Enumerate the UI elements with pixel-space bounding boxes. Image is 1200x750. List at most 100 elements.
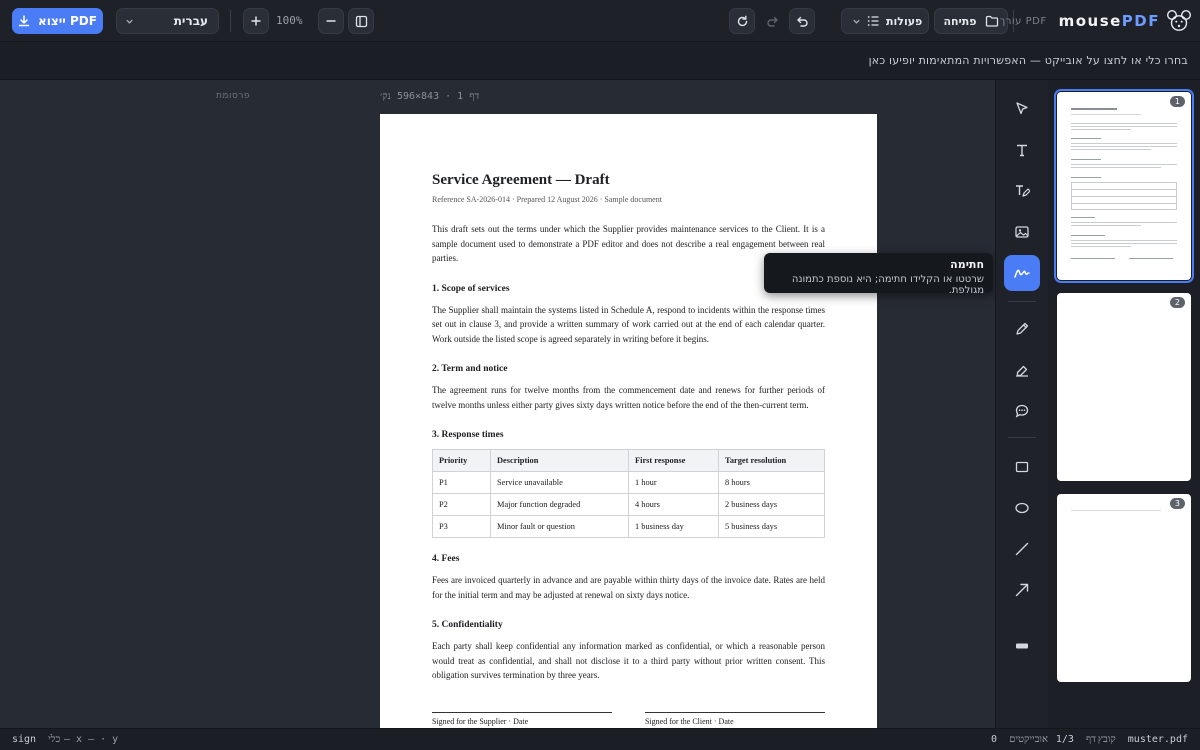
divider (230, 10, 231, 32)
tool-highlighter[interactable] (1004, 352, 1040, 388)
table-header: First response (628, 449, 719, 472)
table-cell: Service unavailable (490, 471, 629, 494)
highlighter-icon (1014, 362, 1030, 378)
language-select[interactable]: עברית (116, 8, 219, 34)
section-heading: 2. Term and notice (432, 364, 508, 374)
actions-menu-button[interactable]: פעולות (841, 8, 929, 34)
context-options-bar: בחרו כלי או לחצו על אובייקט — האפשרויות … (0, 42, 1200, 80)
document-title: Service Agreement — Draft (432, 172, 610, 188)
section-heading: 4. Fees (432, 554, 460, 564)
supplier-signature-line[interactable]: Signed for the Supplier · Date (432, 712, 612, 726)
section-body: Fees are invoiced quarterly in advance a… (432, 575, 825, 600)
section-body: The Supplier shall maintain the systems … (432, 304, 825, 344)
page-thumbnail[interactable]: 1 (1054, 89, 1194, 283)
mouse-logo-icon (1166, 9, 1192, 33)
actions-label: פעולות (886, 14, 923, 28)
tool-edit-text[interactable] (1004, 173, 1040, 209)
open-label: פתיחה (943, 14, 977, 28)
export-label: ייצוא PDF (38, 14, 97, 28)
document-reference: Reference SA-2026-014 · Prepared 12 Augu… (432, 195, 662, 204)
table-cell: Major function degraded (490, 493, 629, 516)
zoom-out-button[interactable] (318, 8, 344, 34)
minus-icon (325, 15, 337, 27)
table-cell: 4 hours (628, 493, 719, 516)
chevron-down-icon (852, 17, 861, 26)
refresh-icon (736, 15, 749, 28)
redo-button[interactable] (759, 8, 785, 34)
undo-button[interactable] (789, 8, 815, 34)
tool-select[interactable] (1004, 91, 1040, 127)
status-coordinates: — x — · y (64, 734, 119, 745)
document-canvas[interactable]: פרסומת דף 1 · 843×596 נק׳ Service Agreem… (0, 80, 995, 734)
tool-line[interactable] (1004, 531, 1040, 567)
tool-image[interactable] (1004, 214, 1040, 250)
zoom-level: 100% (276, 14, 303, 27)
pdf-page[interactable]: Service Agreement — Draft Reference SA-2… (380, 114, 877, 734)
status-tool: sign כלי (12, 734, 61, 745)
language-value: עברית (173, 14, 208, 28)
table-cell: Minor fault or question (490, 515, 629, 538)
top-toolbar: ייצוא PDF עברית 100% פעולות פתיחה עורך P… (0, 0, 1200, 42)
folder-icon (985, 15, 999, 27)
divider (1008, 301, 1036, 302)
tool-pen[interactable] (1004, 311, 1040, 347)
table-row: P2 Major function degraded 4 hours 2 bus… (432, 493, 825, 516)
image-icon (1014, 224, 1030, 240)
table-cell: P1 (432, 471, 491, 494)
sidebar-icon (355, 15, 368, 28)
text-icon (1014, 142, 1030, 158)
open-file-button[interactable]: פתיחה (934, 8, 1008, 34)
redact-icon (1014, 638, 1030, 654)
arrow-icon (1014, 582, 1030, 598)
tooltip-description: שרטטו או הקלידו חתימה; היא נוספת כתמונה … (791, 274, 984, 296)
status-bar: קובץ muster.pdf דף 1/3 אובייקטים 0 — x —… (0, 728, 1200, 750)
page-info: דף 1 · 843×596 נק׳ (380, 91, 480, 102)
table-header: Priority (432, 449, 491, 472)
zoom-in-button[interactable] (243, 8, 269, 34)
thumbnail-page-number: 1 (1169, 96, 1185, 107)
comment-icon (1014, 403, 1030, 419)
line-icon (1014, 541, 1030, 557)
response-times-table: Priority Description First response Targ… (432, 449, 825, 538)
table-header: Description (490, 449, 629, 472)
redo-icon (766, 15, 779, 28)
tool-text[interactable] (1004, 132, 1040, 168)
page-thumbnail[interactable]: 3 (1057, 494, 1191, 682)
select-icon (1014, 101, 1030, 117)
document-content: Service Agreement — Draft Reference SA-2… (432, 172, 825, 701)
download-icon (18, 15, 30, 27)
edit-text-icon (1014, 183, 1030, 199)
section-body: The agreement runs for twelve months fro… (432, 385, 825, 410)
signature-tooltip: חתימה שרטטו או הקלידו חתימה; היא נוספת כ… (764, 253, 993, 296)
toggle-sidebar-button[interactable] (348, 8, 374, 34)
pen-icon (1014, 321, 1030, 337)
tool-comment[interactable] (1004, 393, 1040, 429)
tool-redact[interactable] (1004, 628, 1040, 664)
rectangle-icon (1014, 459, 1030, 475)
table-cell: 1 hour (628, 471, 719, 494)
page-thumbnail[interactable]: 2 (1057, 293, 1191, 481)
tool-arrow[interactable] (1004, 572, 1040, 608)
page-thumbnails-panel: 1 2 3 (1048, 80, 1200, 728)
signature-icon (1013, 265, 1031, 281)
tool-ellipse[interactable] (1004, 490, 1040, 526)
table-cell: 5 business days (718, 515, 825, 538)
table-header: Target resolution (718, 449, 825, 472)
divider (1008, 437, 1036, 438)
thumbnail-page-number: 2 (1169, 297, 1185, 308)
ellipse-icon (1014, 500, 1030, 516)
status-objects: אובייקטים 0 (991, 734, 1048, 745)
tooltip-title: חתימה (950, 258, 984, 271)
client-signature-line[interactable]: Signed for the Client · Date (645, 712, 825, 726)
chevron-down-icon (125, 17, 134, 26)
table-row: P1 Service unavailable 1 hour 8 hours (432, 471, 825, 494)
tools-rail (995, 80, 1048, 728)
section-heading: 5. Confidentiality (432, 620, 503, 630)
refresh-button[interactable] (729, 8, 755, 34)
section-body: Each party shall keep confidential any i… (432, 641, 825, 680)
export-pdf-button[interactable]: ייצוא PDF (12, 8, 103, 34)
table-cell: P3 (432, 515, 491, 538)
status-page: דף 1/3 (1055, 734, 1096, 745)
tool-signature[interactable] (1004, 255, 1040, 291)
tool-rectangle[interactable] (1004, 449, 1040, 485)
